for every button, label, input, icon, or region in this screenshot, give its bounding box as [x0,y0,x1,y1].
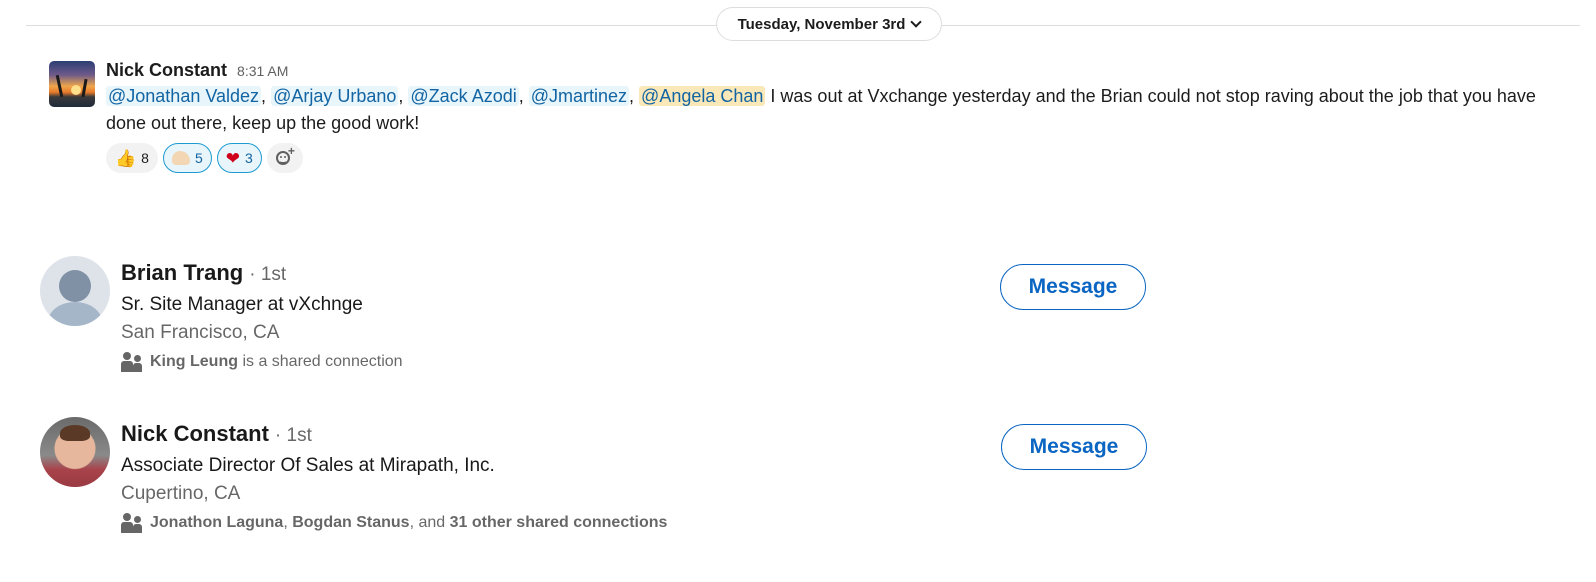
reaction-count: 8 [141,150,149,166]
shared-connections: Jonathon Laguna, Bogdan Stanus, and 31 o… [121,513,667,533]
message-timestamp[interactable]: 8:31 AM [237,63,288,79]
add-emoji-icon: + [275,144,295,167]
avatar[interactable] [40,256,110,326]
message-button[interactable]: Message [1000,264,1146,310]
add-reaction-button[interactable]: + [266,143,303,173]
people-icon [121,352,142,372]
connection-name[interactable]: Brian Trang [121,260,243,286]
reaction-flexed-biceps[interactable]: 5 [162,143,212,173]
people-icon [121,513,142,533]
mention-zack-azodi[interactable]: @Zack Azodi [408,86,519,106]
flexed-biceps-icon [171,151,190,165]
connection-name[interactable]: Nick Constant [121,421,269,447]
message: Nick Constant 8:31 AM @Jonathan Valdez, … [106,60,1576,173]
avatar[interactable] [40,417,110,487]
date-divider-button[interactable]: Tuesday, November 3rd [716,7,942,41]
mention-arjay-urbano[interactable]: @Arjay Urbano [271,86,399,106]
shared-connection-name[interactable]: Jonathon Laguna [150,514,283,531]
shared-connections: King Leung is a shared connection [121,352,403,372]
thumbs-up-icon: 👍 [115,148,137,168]
avatar[interactable] [49,61,95,107]
message-author[interactable]: Nick Constant [106,60,227,81]
connection-card: Brian Trang · 1st Sr. Site Manager at vX… [40,256,1160,396]
reaction-thumbs-up[interactable]: 👍 8 [106,143,158,173]
connection-location: San Francisco, CA [121,322,280,343]
message-button[interactable]: Message [1001,424,1147,470]
shared-connection-text: is a shared connection [242,353,403,370]
connection-degree: · 1st [249,264,287,285]
mention-jmartinez[interactable]: @Jmartinez [528,86,630,106]
mention-angela-chan[interactable]: @Angela Chan [639,86,766,106]
connection-location: Cupertino, CA [121,483,241,504]
shared-connections-other[interactable]: 31 other shared connections [450,514,668,531]
reaction-red-heart[interactable]: ❤ 3 [216,143,262,173]
shared-connection-name[interactable]: King Leung [150,353,238,370]
shared-connection-name[interactable]: Bogdan Stanus [292,514,409,531]
heart-icon: ❤ [225,148,241,168]
chevron-down-icon [910,16,923,28]
connection-degree: · 1st [274,425,312,446]
reactions: 👍 8 5 ❤ 3 + [106,143,1576,173]
mention-jonathan-valdez[interactable]: @Jonathan Valdez [106,86,262,106]
connection-title: Sr. Site Manager at vXchnge [121,294,363,315]
connection-title: Associate Director Of Sales at Mirapath,… [121,455,495,476]
reaction-count: 5 [194,150,203,166]
message-text: @Jonathan Valdez, @Arjay Urbano, @Zack A… [106,86,1536,133]
date-divider-label: Tuesday, November 3rd [737,15,906,33]
shared-connection-and: , and [409,514,446,531]
connection-card: Nick Constant · 1st Associate Director O… [40,417,1160,557]
reaction-count: 3 [245,150,253,166]
